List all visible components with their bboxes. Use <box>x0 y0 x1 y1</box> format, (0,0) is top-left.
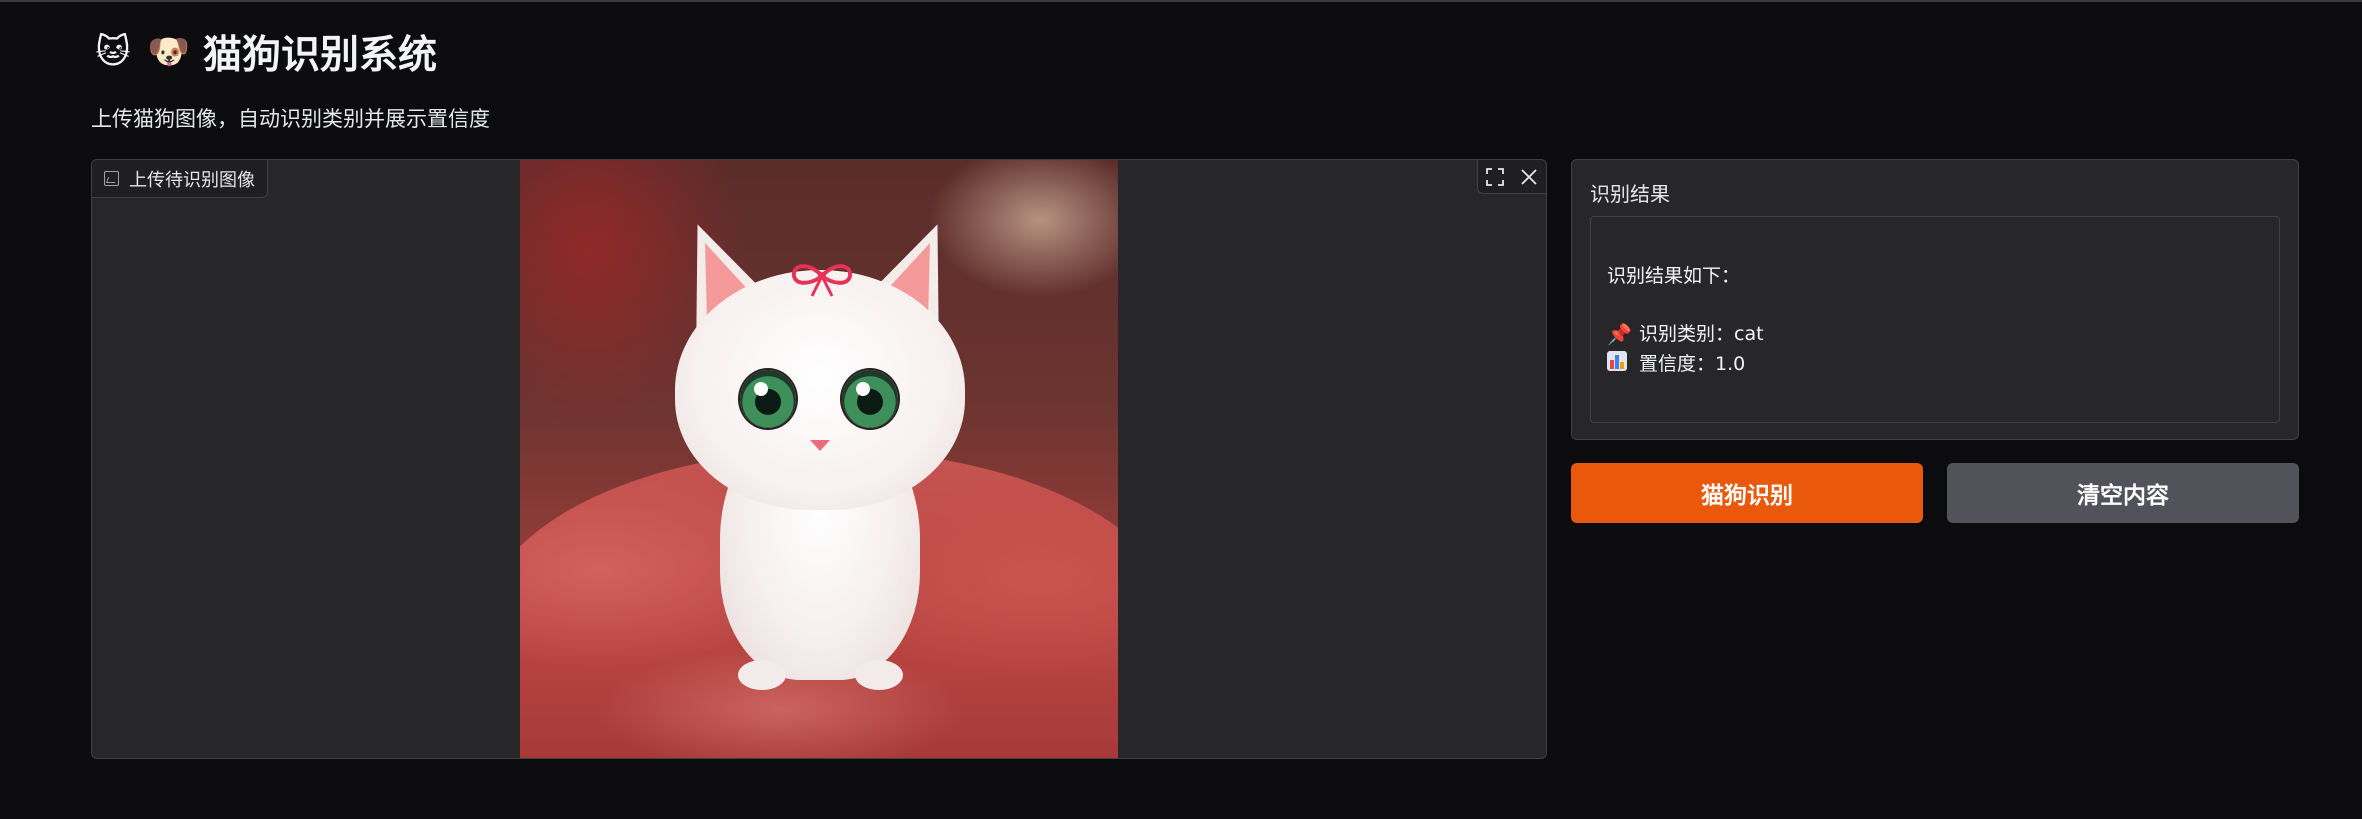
cat-head-shape <box>675 270 965 510</box>
result-confidence: 置信度：1.0 <box>1639 353 1746 375</box>
dog-face-icon: 🐶 <box>147 32 191 72</box>
image-icon <box>104 171 119 186</box>
image-toolbar <box>1477 160 1546 194</box>
result-panel-title: 识别结果 <box>1590 182 1670 206</box>
fullscreen-icon[interactable] <box>1478 160 1512 194</box>
recognize-button[interactable]: 猫狗识别 <box>1571 463 1923 523</box>
app-title: 猫狗识别系统 <box>203 33 438 78</box>
cat-eye-right <box>842 370 898 428</box>
result-category: 识别类别：cat <box>1639 323 1764 345</box>
clear-button[interactable]: 清空内容 <box>1947 463 2299 523</box>
page-subtitle: 上传猫狗图像，自动识别类别并展示置信度 <box>91 107 490 131</box>
image-upload-panel[interactable]: 上传待识别图像 <box>91 159 1547 759</box>
result-output-box: 识别结果如下： 📌 识别类别：cat 置信度：1.0 <box>1590 216 2280 423</box>
result-confidence-row: 置信度：1.0 <box>1607 349 2263 379</box>
image-panel-label-text: 上传待识别图像 <box>129 169 255 191</box>
cat-paw-right <box>855 660 903 690</box>
image-panel-label: 上传待识别图像 <box>92 160 268 198</box>
uploaded-cat-image <box>520 160 1118 758</box>
ribbon-bow-icon <box>791 264 853 297</box>
top-border <box>0 0 2362 2</box>
cat-face-icon: 🐱 <box>95 32 131 72</box>
cat-eye-left <box>740 370 796 428</box>
pushpin-icon: 📌 <box>1607 322 1632 346</box>
result-panel: 识别结果 识别结果如下： 📌 识别类别：cat 置信度：1.0 <box>1571 159 2299 440</box>
close-icon[interactable] <box>1512 160 1546 194</box>
bar-chart-icon <box>1607 349 1633 379</box>
cat-nose <box>810 440 830 451</box>
result-category-row: 📌 识别类别：cat <box>1607 319 2263 349</box>
cat-paw-left <box>738 660 786 690</box>
result-heading: 识别结果如下： <box>1607 265 1741 287</box>
page-title: 🐱 🐶 猫狗识别系统 <box>91 26 437 78</box>
